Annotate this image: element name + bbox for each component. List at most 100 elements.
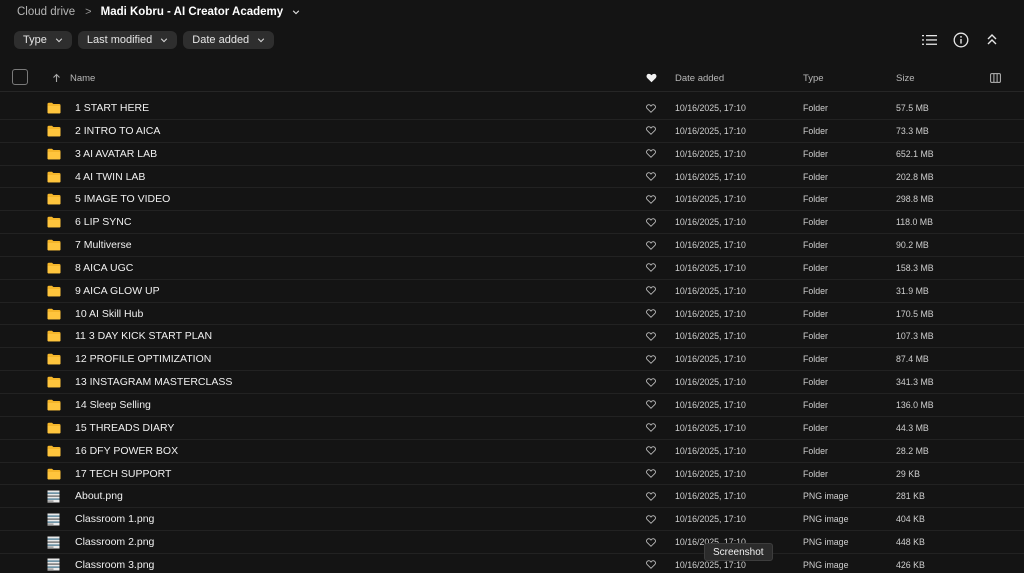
favourite-heart-icon[interactable] [646, 257, 656, 279]
table-row[interactable]: 13 INSTAGRAM MASTERCLASS 10/16/2025, 17:1… [0, 371, 1024, 394]
favourite-heart-icon[interactable] [646, 394, 656, 416]
row-name[interactable]: 14 Sleep Selling [75, 394, 151, 416]
favourite-heart-icon[interactable] [646, 508, 656, 530]
row-name[interactable]: 6 LIP SYNC [75, 211, 131, 233]
favourite-heart-icon[interactable] [646, 211, 656, 233]
favourite-heart-icon[interactable] [646, 463, 656, 485]
table-row[interactable]: 1 START HERE 10/16/2025, 17:10 Folder 57.5 … [0, 97, 1024, 120]
favourite-heart-icon[interactable] [646, 485, 656, 507]
collapse-icon[interactable] [983, 31, 1000, 48]
folder-icon [47, 371, 63, 393]
table-row[interactable]: 16 DFY POWER BOX 10/16/2025, 17:10 Folder 2… [0, 440, 1024, 463]
favourite-heart-icon[interactable] [646, 417, 656, 439]
favourite-heart-icon[interactable] [646, 188, 656, 210]
favourite-filled-heart-icon[interactable] [646, 64, 657, 92]
table-row[interactable]: Classroom 1.png 10/16/2025, 17:10 PNG imag… [0, 508, 1024, 532]
favourite-heart-icon[interactable] [646, 440, 656, 462]
folder-icon [47, 166, 63, 188]
row-name[interactable]: 12 PROFILE OPTIMIZATION [75, 348, 211, 370]
row-type: Folder [803, 148, 828, 159]
table-row[interactable]: 4 AI TWIN LAB 10/16/2025, 17:10 Folder 202.… [0, 166, 1024, 189]
row-name[interactable]: 10 AI Skill Hub [75, 303, 143, 325]
row-size: 281 KB [896, 491, 925, 502]
row-name[interactable]: 2 INTRO TO AICA [75, 120, 160, 142]
table-row[interactable]: 5 IMAGE TO VIDEO 10/16/2025, 17:10 Folder 2… [0, 188, 1024, 212]
table-row[interactable]: 11 3 DAY KICK START PLAN 10/16/2025, 17:1… [0, 325, 1024, 349]
favourite-heart-icon[interactable] [646, 97, 656, 119]
row-size: 341.3 MB [896, 377, 934, 388]
row-date-added: 10/16/2025, 17:10 [675, 308, 746, 319]
table-row[interactable]: 2 INTRO TO AICA 10/16/2025, 17:10 Folder 73… [0, 120, 1024, 143]
favourite-heart-icon[interactable] [646, 348, 656, 370]
row-name[interactable]: Classroom 2.png [75, 531, 154, 553]
table-row[interactable]: About.png 10/16/2025, 17:10 PNG image 281 K… [0, 485, 1024, 509]
list-view-icon[interactable] [921, 31, 938, 48]
last-modified-filter-button[interactable]: Last modified [77, 31, 178, 49]
row-size: 31.9 MB [896, 285, 929, 296]
table-row[interactable]: 10 AI Skill Hub 10/16/2025, 17:10 Folder 17… [0, 303, 1024, 326]
row-name[interactable]: 3 AI AVATAR LAB [75, 143, 157, 165]
favourite-heart-icon[interactable] [646, 325, 656, 347]
row-name[interactable]: 15 THREADS DIARY [75, 417, 174, 439]
row-name[interactable]: 16 DFY POWER BOX [75, 440, 178, 462]
row-date-added: 10/16/2025, 17:10 [675, 125, 746, 136]
type-filter-button[interactable]: Type [14, 31, 72, 49]
table-row[interactable]: 9 AICA GLOW UP 10/16/2025, 17:10 Folder 31.… [0, 280, 1024, 303]
row-size: 136.0 MB [896, 399, 934, 410]
row-name[interactable]: Classroom 3.png [75, 554, 154, 573]
breadcrumb-root-link[interactable]: Cloud drive [17, 6, 75, 18]
row-size: 107.3 MB [896, 331, 934, 342]
row-name[interactable]: 4 AI TWIN LAB [75, 166, 145, 188]
folder-icon [47, 417, 63, 439]
column-header-type[interactable]: Type [803, 64, 824, 92]
favourite-heart-icon[interactable] [646, 120, 656, 142]
row-date-added: 10/16/2025, 17:10 [675, 468, 746, 479]
column-header-name[interactable]: Name [70, 64, 95, 92]
favourite-heart-icon[interactable] [646, 143, 656, 165]
table-row[interactable]: 12 PROFILE OPTIMIZATION 10/16/2025, 17:10… [0, 348, 1024, 372]
row-name[interactable]: 11 3 DAY KICK START PLAN [75, 325, 212, 347]
row-name[interactable]: Classroom 1.png [75, 508, 154, 530]
favourite-heart-icon[interactable] [646, 554, 656, 573]
table-row[interactable]: Classroom 3.png 10/16/2025, 17:10 PNG imag… [0, 554, 1024, 573]
favourite-heart-icon[interactable] [646, 166, 656, 188]
favourite-heart-icon[interactable] [646, 234, 656, 256]
sort-arrow-up-icon[interactable] [52, 64, 61, 92]
favourite-heart-icon[interactable] [646, 531, 656, 553]
folder-icon [47, 234, 63, 256]
date-added-filter-button[interactable]: Date added [183, 31, 275, 49]
table-row[interactable]: 15 THREADS DIARY 10/16/2025, 17:10 Folder 4… [0, 417, 1024, 440]
breadcrumb-current-folder[interactable]: Madi Kobru - AI Creator Academy [101, 6, 284, 18]
row-name[interactable]: 13 INSTAGRAM MASTERCLASS [75, 371, 232, 393]
row-name[interactable]: 8 AICA UGC [75, 257, 133, 279]
table-row[interactable]: 7 Multiverse 10/16/2025, 17:10 Folder 90.2 … [0, 234, 1024, 257]
column-header-size[interactable]: Size [896, 64, 914, 92]
row-name[interactable]: 7 Multiverse [75, 234, 132, 256]
folder-icon [47, 120, 63, 142]
column-settings-icon[interactable] [990, 64, 1001, 92]
chevron-down-icon[interactable] [292, 8, 300, 16]
tooltip: Screenshot [704, 543, 773, 561]
favourite-heart-icon[interactable] [646, 280, 656, 302]
table-row[interactable]: Classroom 2.png10/16/2025, 17:10PNG imag… [0, 531, 1024, 554]
row-date-added: 10/16/2025, 17:10 [675, 148, 746, 159]
row-name[interactable]: 5 IMAGE TO VIDEO [75, 188, 170, 210]
chevron-down-icon [258, 38, 265, 43]
info-icon[interactable] [952, 31, 969, 48]
row-name[interactable]: 1 START HERE [75, 97, 149, 119]
table-row[interactable]: 8 AICA UGC 10/16/2025, 17:10 Folder 158.3 M… [0, 257, 1024, 280]
breadcrumb: Cloud drive > Madi Kobru - AI Creator Ac… [17, 4, 300, 20]
select-all-checkbox[interactable] [12, 69, 28, 85]
favourite-heart-icon[interactable] [646, 303, 656, 325]
row-name[interactable]: 9 AICA GLOW UP [75, 280, 160, 302]
row-size: 426 KB [896, 559, 925, 570]
row-name[interactable]: About.png [75, 485, 123, 507]
table-row[interactable]: 17 TECH SUPPORT 10/16/2025, 17:10 Folder 29… [0, 463, 1024, 486]
column-header-date-added[interactable]: Date added [675, 64, 724, 92]
table-row[interactable]: 3 AI AVATAR LAB 10/16/2025, 17:10 Folder 65… [0, 143, 1024, 166]
table-row[interactable]: 14 Sleep Selling 10/16/2025, 17:10 Folder 1… [0, 394, 1024, 417]
table-row[interactable]: 6 LIP SYNC 10/16/2025, 17:10 Folder 118.0 M… [0, 211, 1024, 235]
chevron-down-icon [55, 38, 63, 43]
favourite-heart-icon[interactable] [646, 371, 656, 393]
row-name[interactable]: 17 TECH SUPPORT [75, 463, 171, 485]
